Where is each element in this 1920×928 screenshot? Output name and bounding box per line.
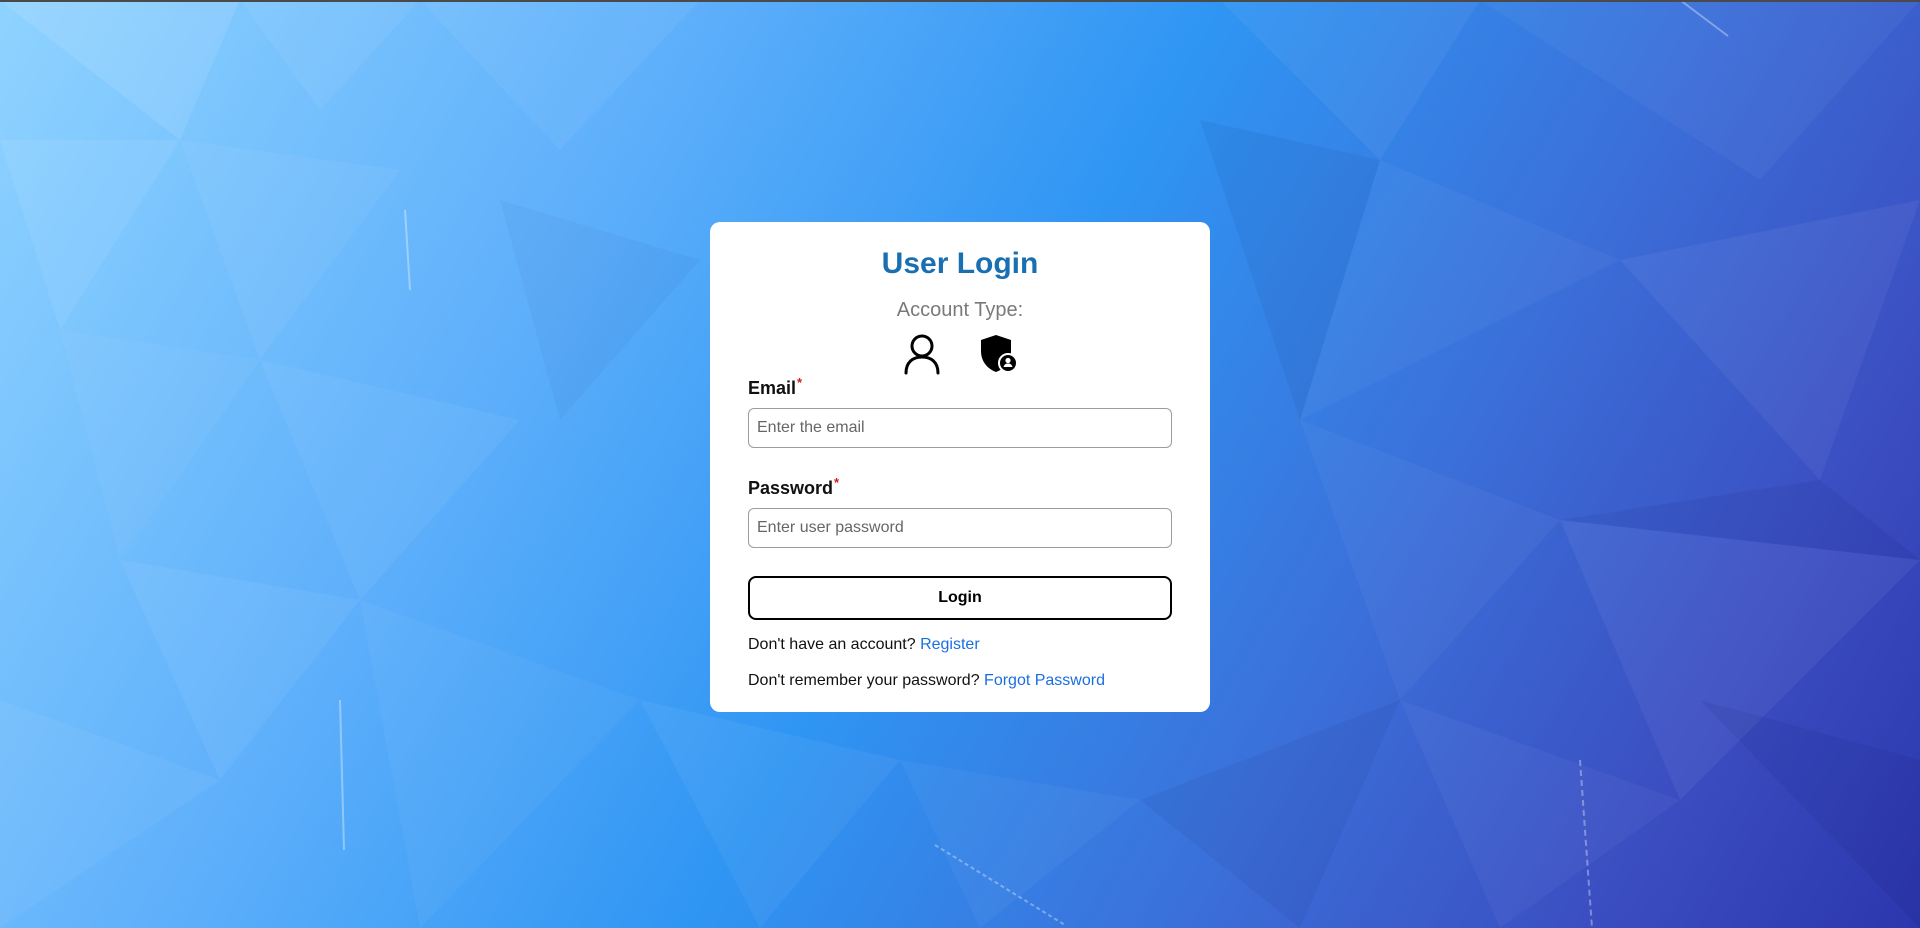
- password-label: Password*: [748, 470, 1172, 498]
- register-prompt: Don't have an account?: [748, 636, 916, 653]
- admin-shield-icon: [981, 335, 1017, 373]
- account-type-label: Account Type:: [896, 299, 1024, 321]
- forgot-password-row: Don't remember your password? Forgot Pas…: [748, 670, 1172, 692]
- login-card: User Login Account Type: Email* Password…: [710, 222, 1210, 712]
- password-input[interactable]: [748, 508, 1172, 548]
- email-required-mark: *: [797, 375, 803, 390]
- email-label-text: Email: [748, 378, 797, 398]
- account-type-admin-button[interactable]: [978, 332, 1018, 376]
- top-border: [0, 0, 1920, 2]
- forgot-password-link[interactable]: Forgot Password: [984, 672, 1105, 689]
- register-row: Don't have an account? Register: [748, 634, 1172, 656]
- email-label: Email*: [748, 370, 1172, 398]
- forgot-password-prompt: Don't remember your password?: [748, 672, 980, 689]
- password-label-text: Password: [748, 478, 834, 498]
- page-title: User Login: [881, 247, 1039, 280]
- register-link[interactable]: Register: [920, 636, 980, 653]
- login-button[interactable]: Login: [748, 576, 1172, 620]
- user-icon: [904, 334, 940, 375]
- password-required-mark: *: [834, 475, 840, 490]
- account-type-user-button[interactable]: [902, 332, 942, 376]
- email-input[interactable]: [748, 408, 1172, 448]
